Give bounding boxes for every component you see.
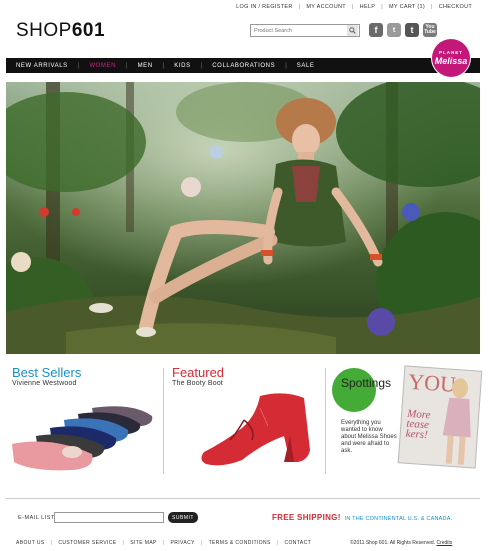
footer-divider [6,498,480,499]
shipping-region-text: IN THE CONTINENTAL U.S. & CANADA. [344,516,453,522]
separator: | [381,4,383,10]
footer-links: ABOUT US | CUSTOMER SERVICE | SITE MAP |… [16,540,311,546]
nav-separator: | [285,62,287,69]
free-shipping-text: FREE SHIPPING! [272,513,341,522]
separator: | [351,4,354,10]
separator: | [162,540,165,546]
checkout-link[interactable]: CHECKOUT [439,4,472,10]
youtube-icon-bottom: Tube [424,29,436,35]
panel-divider [325,368,326,474]
copyright-text: ©2011 Shop 601. All Rights Reserved. [350,540,436,546]
logo-text-601: 601 [71,20,106,41]
login-register-link[interactable]: LOG IN / REGISTER [236,4,292,10]
nav-men[interactable]: MEN [138,63,153,69]
nav-separator: | [126,62,128,69]
planet-melissa-badge[interactable]: PLANET Melissa [432,39,470,77]
nav-women[interactable]: WOMEN [89,63,116,69]
main-nav: NEW ARRIVALS | WOMEN | MEN | KIDS | COLL… [6,58,480,73]
nav-sale[interactable]: SALE [297,63,315,69]
credits-link[interactable]: Credits [436,540,452,546]
spottings-circle [332,368,376,412]
shoes-image [12,406,153,471]
separator: | [298,4,301,10]
site-logo[interactable]: SHOP601 [16,20,105,42]
nav-separator: | [77,62,80,69]
spottings-title: Spottings [341,376,392,390]
search-box [250,24,360,37]
best-sellers-panel[interactable]: Best Sellers Vivienne Westwood [12,366,160,474]
featured-subtitle: The Booty Boot [172,380,224,387]
my-cart-link[interactable]: MY CART (1) [389,4,425,10]
magazine-cover-image: YOU More tease kers! [397,365,483,469]
tumblr-icon[interactable]: t [405,23,419,37]
social-icons: f t t You Tube [369,23,437,37]
panel-divider [163,368,164,474]
magazine-cover-line: More tease kers! [405,408,431,442]
nav-separator: | [162,62,165,69]
badge-brand-text: Melissa [434,56,468,66]
terms-conditions-link[interactable]: TERMS & CONDITIONS [209,540,271,546]
best-sellers-subtitle: Vivienne Westwood [12,380,77,387]
copyright: ©2011 Shop 601. All Rights Reserved. Cre… [350,540,452,546]
help-link[interactable]: HELP [360,4,376,10]
privacy-link[interactable]: PRIVACY [171,540,195,546]
nav-separator: | [200,62,203,69]
nav-kids[interactable]: KIDS [174,63,190,69]
search-icon[interactable] [347,25,358,36]
twitter-icon[interactable]: t [387,23,401,37]
utility-links: LOG IN / REGISTER | MY ACCOUNT | HELP | … [236,4,472,10]
nav-collaborations[interactable]: COLLABORATIONS [212,63,275,69]
my-account-link[interactable]: MY ACCOUNT [306,4,346,10]
facebook-icon[interactable]: f [369,23,383,37]
badge-planet-text: PLANET [439,50,463,55]
magazine-model [442,378,471,465]
hero-banner-image[interactable] [6,82,480,354]
spottings-description: Everything you wanted to know about Meli… [341,420,397,454]
separator: | [276,540,279,546]
free-shipping-banner: FREE SHIPPING! IN THE CONTINENTAL U.S. &… [272,513,452,522]
customer-service-link[interactable]: CUSTOMER SERVICE [58,540,116,546]
submit-button[interactable]: SUBMIT [168,512,198,523]
hero-jungle-scene [6,82,480,354]
email-input[interactable] [54,512,164,523]
separator: | [431,4,433,10]
email-list-label: E-MAIL LIST [18,515,55,521]
featured-title: Featured [172,365,225,380]
separator: | [200,540,203,546]
youtube-icon[interactable]: You Tube [423,23,437,37]
separator: | [50,540,53,546]
separator: | [122,540,125,546]
about-us-link[interactable]: ABOUT US [16,540,45,546]
spottings-panel[interactable]: Spottings Everything you wanted to know … [332,365,483,474]
magazine-cover-line-3: kers! [405,427,429,442]
site-map-link[interactable]: SITE MAP [130,540,157,546]
logo-text-shop: SHOP [16,20,72,41]
search-input[interactable] [251,27,347,34]
contact-link[interactable]: CONTACT [285,540,312,546]
boot-image [201,393,310,466]
best-sellers-title: Best Sellers [12,365,82,380]
featured-panel[interactable]: Featured The Booty Boot [172,366,322,474]
nav-new-arrivals[interactable]: NEW ARRIVALS [16,63,68,69]
